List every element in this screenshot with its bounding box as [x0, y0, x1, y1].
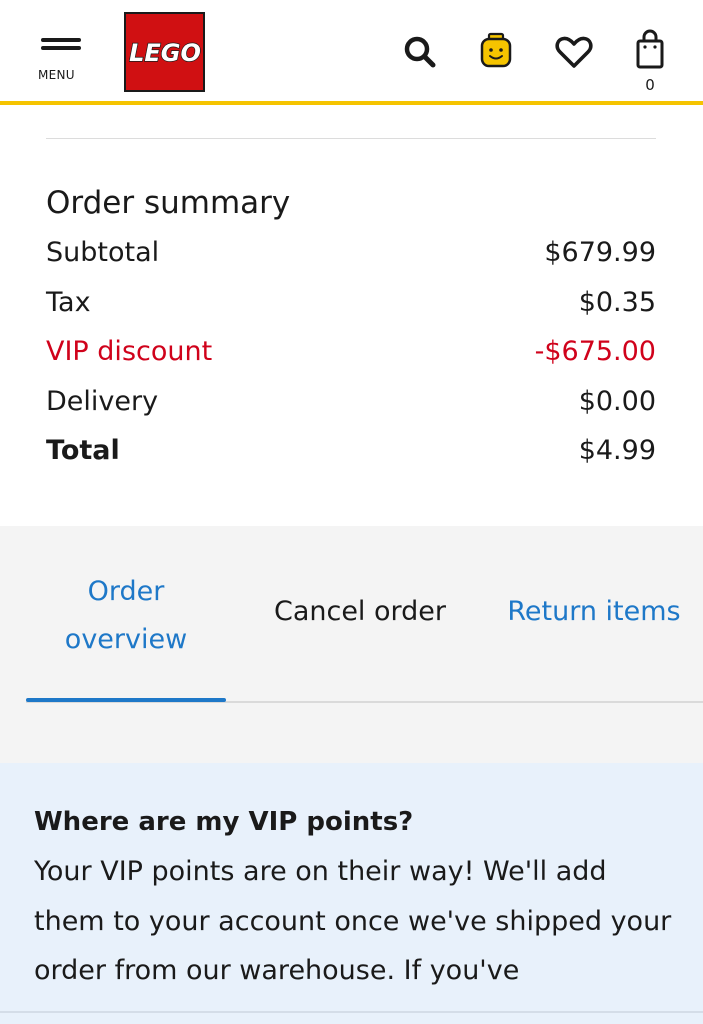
summary-row-vip-discount: VIP discount -$675.00	[46, 327, 656, 377]
search-button[interactable]	[398, 28, 442, 76]
summary-label: Delivery	[46, 385, 159, 417]
order-summary: Order summary Subtotal $679.99 Tax $0.35…	[46, 178, 656, 476]
summary-label: VIP discount	[46, 336, 213, 368]
lego-logo[interactable]: LEGO	[124, 12, 205, 92]
vip-info-body: Your VIP points are on their way! We'll …	[34, 856, 672, 986]
summary-row-total: Total $4.99	[46, 426, 656, 476]
tab-return-items[interactable]: Return items	[492, 588, 696, 636]
section-divider	[46, 138, 656, 139]
tab-cancel-order[interactable]: Cancel order	[238, 588, 482, 636]
shopping-bag-icon	[636, 29, 664, 69]
vip-account-button[interactable]	[474, 28, 518, 76]
summary-label: Tax	[46, 286, 91, 318]
svg-text:LEGO: LEGO	[129, 39, 201, 67]
tab-active-indicator	[26, 698, 226, 702]
summary-value: -$675.00	[534, 336, 656, 368]
summary-row-delivery: Delivery $0.00	[46, 377, 656, 427]
summary-value: $0.35	[578, 286, 656, 318]
search-icon	[404, 36, 436, 68]
summary-value: $4.99	[578, 435, 656, 467]
menu-icon	[41, 38, 81, 42]
menu-label: MENU	[38, 68, 75, 82]
site-header: MENU LEGO 0	[0, 0, 703, 105]
vip-minifig-icon	[480, 32, 512, 68]
summary-label: Subtotal	[46, 237, 160, 269]
bottom-divider	[0, 1011, 703, 1013]
shopping-bag-button[interactable]	[628, 24, 672, 74]
order-summary-title: Order summary	[46, 185, 291, 221]
order-tabs: Order overview Cancel order Return items	[0, 526, 703, 763]
summary-value: $0.00	[578, 385, 656, 417]
tab-label: Order	[87, 576, 165, 607]
summary-label: Total	[46, 435, 120, 467]
tab-label: overview	[64, 624, 188, 655]
wishlist-button[interactable]	[552, 28, 596, 76]
bag-count: 0	[645, 76, 655, 94]
vip-points-info: Where are my VIP points? Your VIP points…	[0, 763, 703, 1024]
summary-row-tax: Tax $0.35	[46, 278, 656, 328]
heart-icon	[555, 36, 593, 68]
menu-button[interactable]: MENU	[38, 34, 90, 86]
summary-row-subtotal: Subtotal $679.99	[46, 228, 656, 278]
lego-logo-mark: LEGO	[129, 38, 201, 67]
summary-value: $679.99	[544, 237, 656, 269]
vip-info-title: Where are my VIP points?	[34, 807, 414, 837]
menu-icon-bar	[41, 46, 81, 50]
tab-order-overview[interactable]: Order overview	[26, 568, 226, 664]
